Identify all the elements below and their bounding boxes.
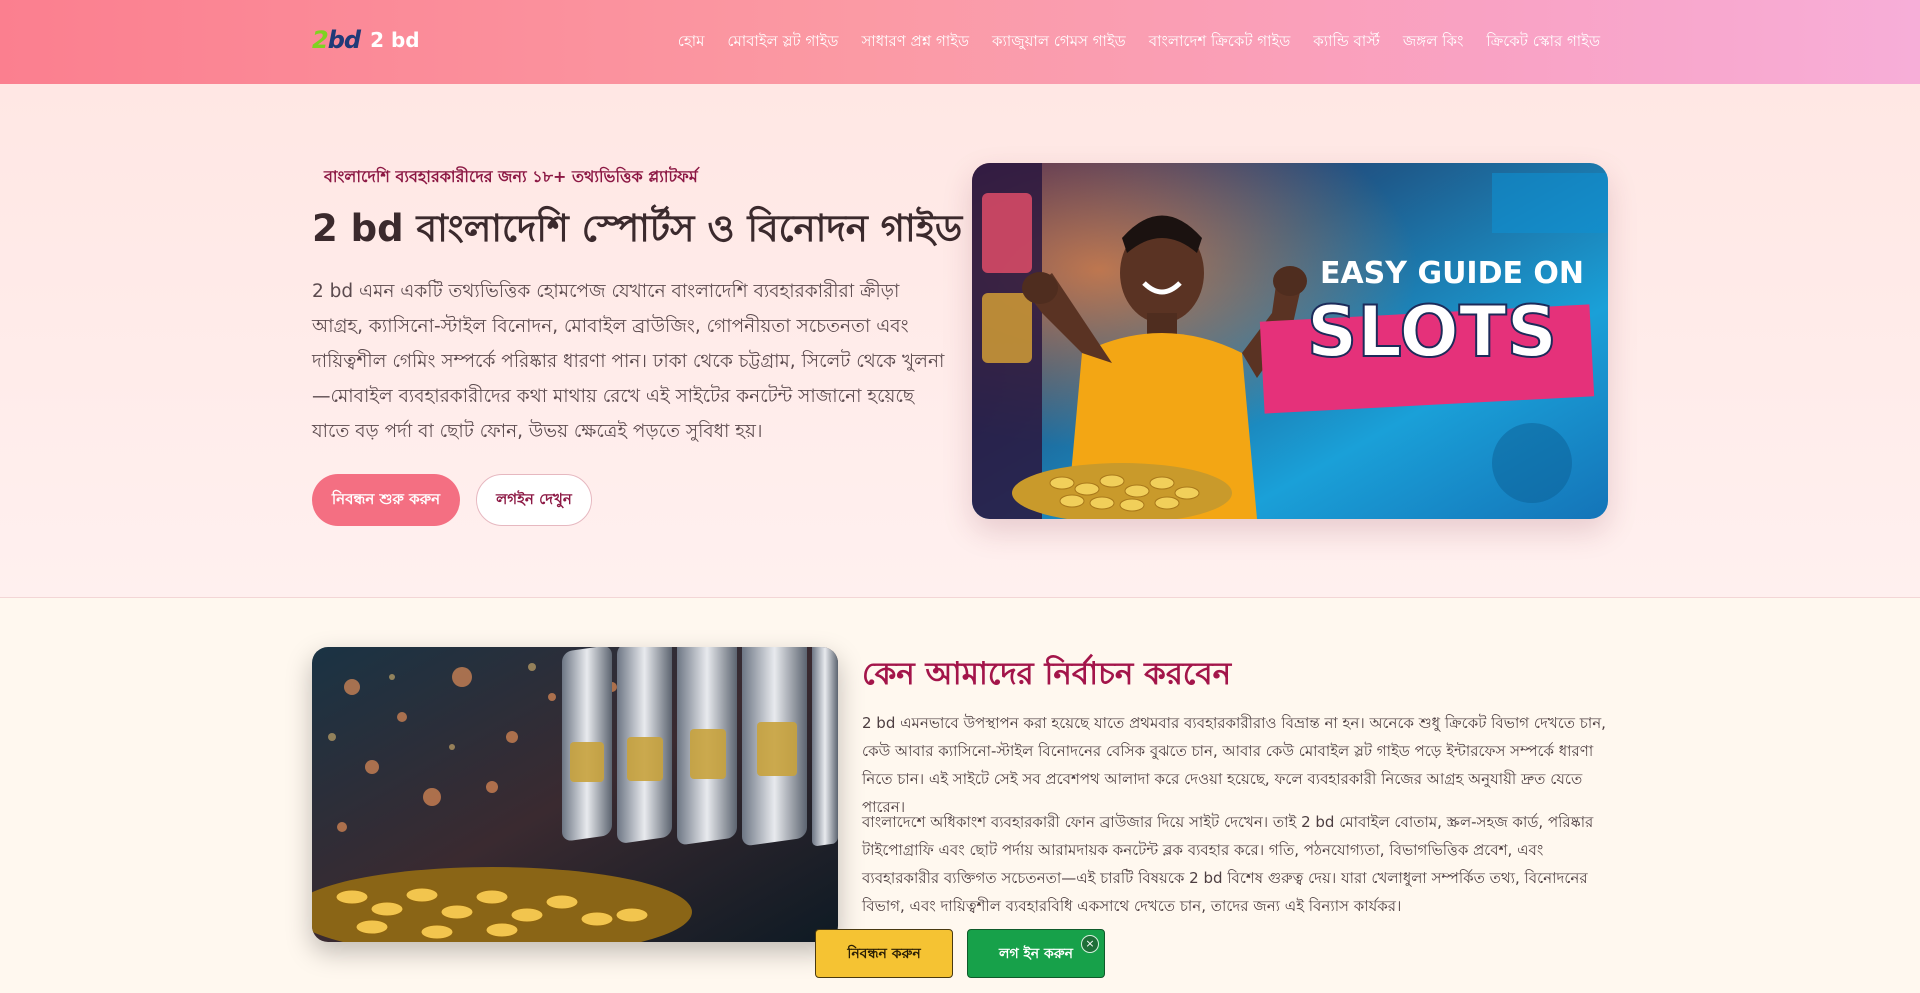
nav-home[interactable]: হোম [678,30,705,55]
main-nav: হোম মোবাইল স্লট গাইড সাধারণ প্রশ্ন গাইড … [678,30,1600,55]
view-login-button[interactable]: লগইন দেখুন [476,474,592,526]
close-icon[interactable]: × [1081,935,1099,953]
hero-image-caption-line1: EASY GUIDE ON [1320,256,1584,291]
site-logo[interactable]: 2bd 2 bd [312,26,420,54]
slot-reels-image [312,647,838,942]
nav-bangladesh-cricket-guide[interactable]: বাংলাদেশ ক্রিকেট গাইড [1149,30,1291,55]
why-choose-us-paragraph-2: বাংলাদেশে অধিকাংশ ব্যবহারকারী ফোন ব্রাউজ… [862,813,1594,915]
hero-title: 2 bd বাংলাদেশি স্পোর্টস ও বিনোদন গাইড [312,207,963,250]
sticky-cta-bar: নিবন্ধন করুন লগ ইন করুন × [0,928,1920,993]
hero-eyebrow: বাংলাদেশি ব্যবহারকারীদের জন্য ১৮+ তথ্যভি… [324,167,698,186]
nav-candy-burst[interactable]: ক্যান্ডি বার্স্ট [1313,30,1380,55]
hero-image-caption-line2: SLOTS [1307,291,1557,373]
site-header: 2bd 2 bd হোম মোবাইল স্লট গাইড সাধারণ প্র… [0,0,1920,84]
why-choose-us-paragraph-1: 2 bd এমনভাবে উপস্থাপন করা হয়েছে যাতে প্… [862,714,1606,816]
nav-casual-games-guide[interactable]: ক্যাজুয়াল গেমস গাইড [992,30,1126,55]
logo-mark-letters: bd [327,26,361,54]
nav-jungle-king[interactable]: জঙ্গল কিং [1403,30,1464,55]
sticky-register-button[interactable]: নিবন্ধন করুন [815,929,953,978]
hero-slots-image: EASY GUIDE ON SLOTS [972,163,1608,519]
logo-mark-digit: 2 [312,26,329,54]
logo-mark: 2bd [312,26,361,54]
start-registration-button[interactable]: নিবন্ধন শুরু করুন [312,474,460,526]
brand-name: 2 bd [370,28,420,52]
nav-cricket-score-guide[interactable]: ক্রিকেট স্কোর গাইড [1486,30,1600,55]
why-choose-us-heading: কেন আমাদের নির্বাচন করবেন [862,656,1232,692]
nav-faq-guide[interactable]: সাধারণ প্রশ্ন গাইড [861,30,969,55]
nav-mobile-slot-guide[interactable]: মোবাইল স্লট গাইড [727,30,838,55]
hero-description: 2 bd এমন একটি তথ্যভিত্তিক হোমপেজ যেখানে … [312,281,945,442]
hero-section: বাংলাদেশি ব্যবহারকারীদের জন্য ১৮+ তথ্যভি… [0,84,1920,598]
